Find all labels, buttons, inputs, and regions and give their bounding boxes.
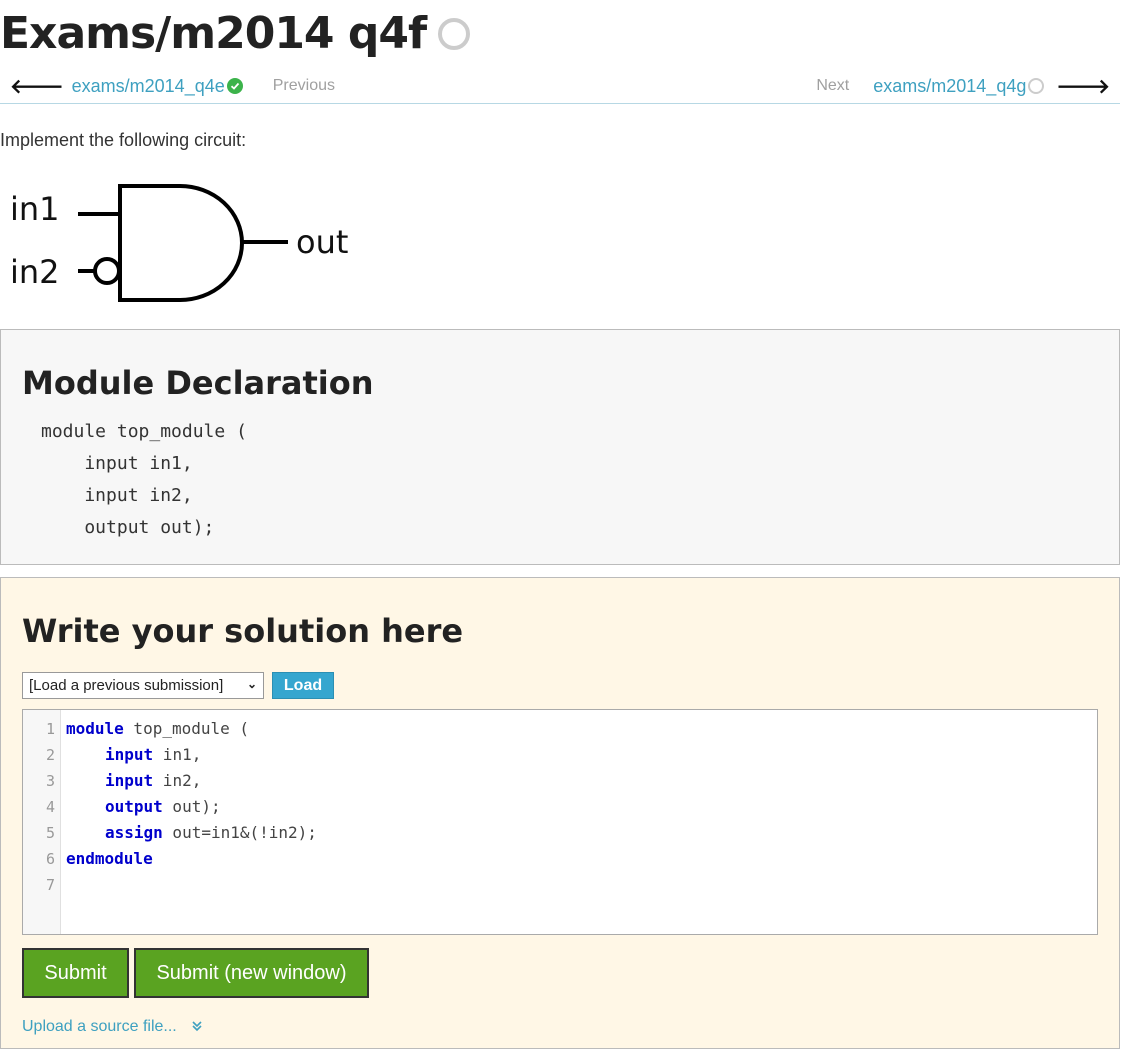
inverter-bubble xyxy=(93,257,121,285)
submission-controls: [Load a previous submission] ⌄ Load xyxy=(22,672,334,699)
code-line: module top_module ( xyxy=(66,716,249,742)
select-value: [Load a previous submission] xyxy=(29,677,224,694)
previous-submission-select[interactable]: [Load a previous submission] ⌄ xyxy=(22,672,264,699)
and-gate-shape xyxy=(118,184,244,302)
chevron-down-icon: ⌄ xyxy=(246,677,257,691)
load-button[interactable]: Load xyxy=(272,672,334,699)
unsolved-status-icon xyxy=(438,18,471,50)
solution-panel: Write your solution here [Load a previou… xyxy=(0,577,1120,1049)
problem-navigation: 🡐 exams/m2014_q4e Previous Next exams/m2… xyxy=(0,70,1120,104)
arrow-left-icon[interactable]: 🡐 xyxy=(10,74,64,98)
line-number: 3 xyxy=(45,772,55,790)
page-title: Exams/m2014 q4f xyxy=(0,8,427,59)
line-number: 4 xyxy=(45,798,55,816)
double-chevron-down-icon xyxy=(191,1019,203,1035)
code-keyword: input xyxy=(105,771,154,790)
previous-label[interactable]: Previous xyxy=(273,77,335,95)
decl-line: input in1, xyxy=(41,453,193,474)
code-line: input in2, xyxy=(105,768,201,794)
title-row: Exams/m2014 q4f xyxy=(0,6,471,62)
code-line: input in1, xyxy=(105,742,201,768)
code-line: endmodule xyxy=(66,846,153,872)
code-text: out=in1&(!in2); xyxy=(162,823,317,842)
line-number: 5 xyxy=(45,824,55,842)
input2-label: in2 xyxy=(10,253,60,291)
code-text: in1, xyxy=(153,745,202,764)
solved-check-icon xyxy=(226,78,243,94)
line-number: 2 xyxy=(45,746,55,764)
arrow-right-icon[interactable]: 🡒 xyxy=(1056,74,1110,98)
module-declaration-heading: Module Declaration xyxy=(22,364,374,402)
code-text: out); xyxy=(162,797,221,816)
decl-line: output out); xyxy=(41,517,215,538)
next-label[interactable]: Next xyxy=(816,77,849,95)
code-keyword: input xyxy=(105,745,154,764)
code-keyword: assign xyxy=(105,823,163,842)
output-label: out xyxy=(296,223,348,261)
code-keyword: endmodule xyxy=(66,849,153,868)
input1-label: in1 xyxy=(10,190,60,228)
code-text: in2, xyxy=(153,771,202,790)
upload-source-link[interactable]: Upload a source file... xyxy=(22,1018,203,1036)
line-number: 1 xyxy=(45,720,55,738)
nav-prev-group: 🡐 exams/m2014_q4e Previous xyxy=(10,74,335,98)
solution-heading: Write your solution here xyxy=(22,612,464,650)
upload-label: Upload a source file... xyxy=(22,1018,177,1035)
decl-line: module top_module ( xyxy=(41,421,247,442)
code-line: assign out=in1&(!in2); xyxy=(105,820,317,846)
module-declaration-code: module top_module ( input in1, input in2… xyxy=(41,416,247,544)
next-problem-link[interactable]: exams/m2014_q4g xyxy=(873,76,1026,97)
problem-intro: Implement the following circuit: xyxy=(0,130,247,150)
submit-new-window-button[interactable]: Submit (new window) xyxy=(134,948,369,998)
unsolved-circle-icon xyxy=(1028,78,1045,94)
code-line: output out); xyxy=(105,794,221,820)
line-number: 6 xyxy=(45,850,55,868)
circuit-diagram: in1 in2 out xyxy=(10,184,348,302)
module-declaration-panel: Module Declaration module top_module ( i… xyxy=(0,329,1120,565)
code-keyword: module xyxy=(66,719,124,738)
decl-line: input in2, xyxy=(41,485,193,506)
code-text: top_module ( xyxy=(123,719,250,738)
prev-problem-link[interactable]: exams/m2014_q4e xyxy=(72,76,225,97)
code-keyword: output xyxy=(105,797,163,816)
code-editor[interactable]: 1 2 3 4 5 6 7 module top_module ( input … xyxy=(22,709,1098,935)
line-number: 7 xyxy=(45,876,55,894)
submit-buttons: Submit Submit (new window) xyxy=(22,948,374,998)
nav-next-group: Next exams/m2014_q4g 🡒 xyxy=(816,74,1110,98)
submit-button[interactable]: Submit xyxy=(22,948,129,998)
